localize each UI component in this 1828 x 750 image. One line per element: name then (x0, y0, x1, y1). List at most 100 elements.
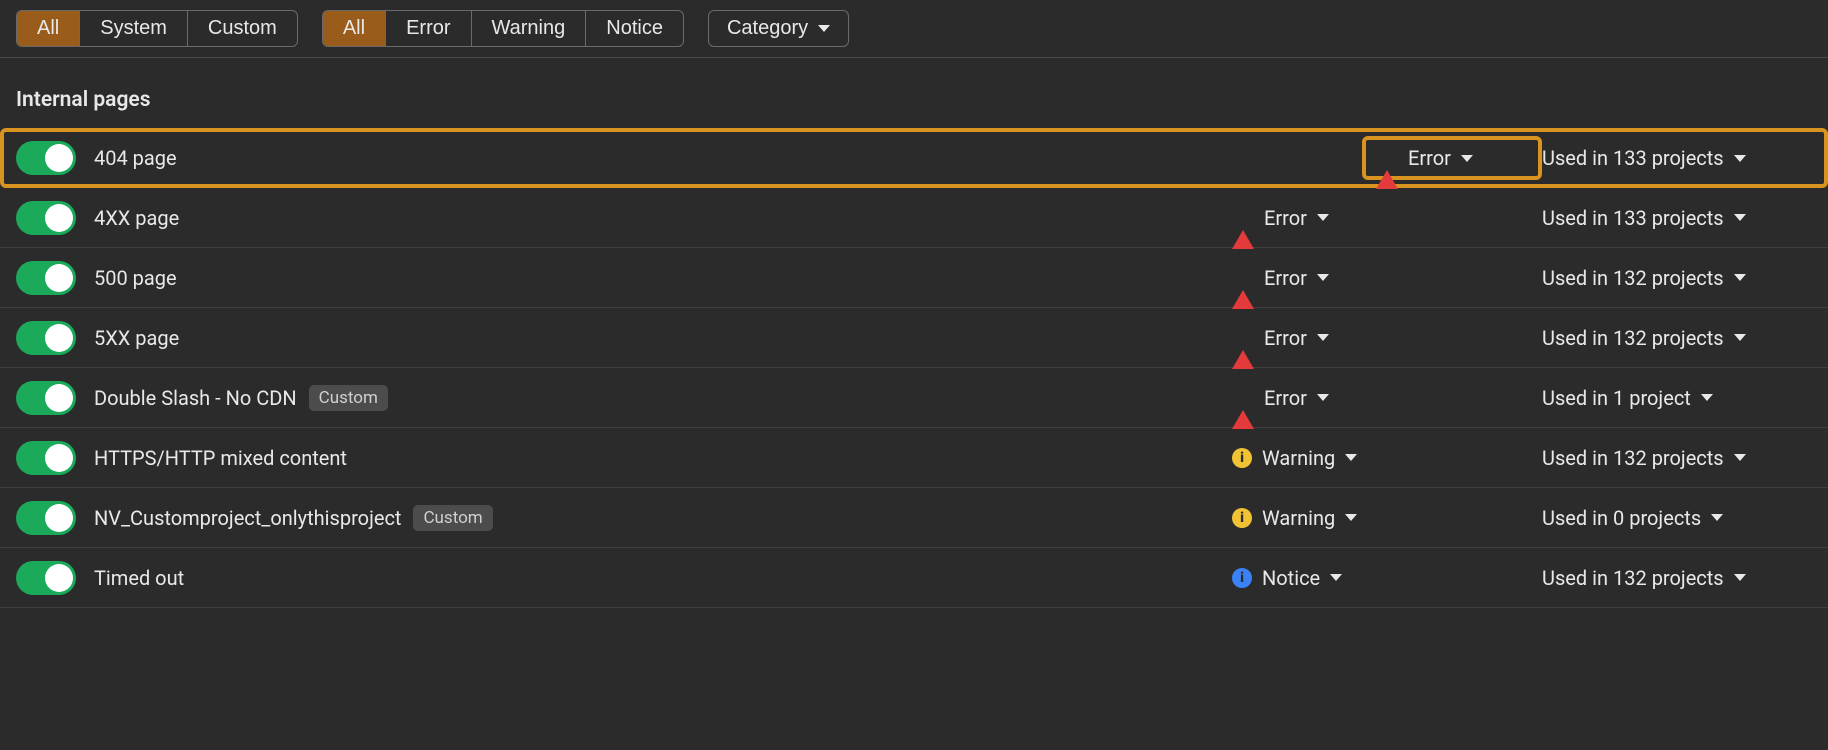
severity-dropdown[interactable]: Error (1362, 136, 1542, 180)
table-row: Double Slash - No CDN Custom Error Used in … (0, 368, 1828, 428)
table-row: HTTPS/HTTP mixed content i Warning Used in … (0, 428, 1828, 488)
severity-filter-notice[interactable]: Notice (586, 11, 683, 46)
section-title: Internal pages (0, 58, 1828, 128)
projects-label: Used in 1 project (1542, 386, 1691, 410)
toggle-enabled[interactable] (16, 261, 76, 295)
category-dropdown-label: Category (727, 17, 808, 40)
projects-dropdown[interactable]: Used in 1 project (1542, 386, 1812, 410)
severity-label: Error (1264, 266, 1307, 290)
table-row: Timed out iNoticeUsed in 132 projects (0, 548, 1828, 608)
toggle-enabled[interactable] (16, 561, 76, 595)
projects-label: Used in 133 projects (1542, 206, 1724, 230)
row-name-label: Double Slash - No CDN (94, 386, 297, 410)
severity-dropdown[interactable]: Error (1232, 386, 1542, 410)
row-name-label: 5XX page (94, 326, 179, 350)
toggle-enabled[interactable] (16, 441, 76, 475)
row-name: 5XX page (94, 326, 1232, 350)
row-name-label: 500 page (94, 266, 177, 290)
row-name: 404 page (94, 146, 1376, 170)
row-name-label: Timed out (94, 566, 184, 590)
chevron-down-icon (1734, 214, 1746, 221)
chevron-down-icon (1734, 454, 1746, 461)
warning-circle-icon: i (1232, 448, 1252, 468)
toggle-enabled[interactable] (16, 141, 76, 175)
projects-label: Used in 132 projects (1542, 566, 1724, 590)
projects-label: Used in 132 projects (1542, 266, 1724, 290)
chevron-down-icon (1345, 514, 1357, 521)
custom-badge: Custom (309, 385, 388, 411)
severity-filter-all[interactable]: All (323, 11, 386, 46)
chevron-down-icon (1734, 334, 1746, 341)
projects-dropdown[interactable]: Used in 133 projects (1542, 146, 1812, 170)
table-row: 500 page Error Used in 132 projects (0, 248, 1828, 308)
projects-dropdown[interactable]: Used in 132 projects (1542, 446, 1812, 470)
severity-filter-error[interactable]: Error (386, 11, 471, 46)
custom-badge: Custom (413, 505, 492, 531)
chevron-down-icon (1330, 574, 1342, 581)
alert-triangle-icon (1232, 206, 1254, 230)
table-row: NV_Customproject_onlythisprojectCustomiW… (0, 488, 1828, 548)
warning-circle-icon: i (1232, 508, 1252, 528)
projects-dropdown[interactable]: Used in 132 projects (1542, 566, 1812, 590)
severity-filter-warning[interactable]: Warning (472, 11, 587, 46)
chevron-down-icon (1317, 274, 1329, 281)
toggle-enabled[interactable] (16, 201, 76, 235)
alert-triangle-icon (1232, 326, 1254, 350)
alert-triangle-icon (1232, 266, 1254, 290)
projects-dropdown[interactable]: Used in 0 projects (1542, 506, 1812, 530)
projects-label: Used in 132 projects (1542, 326, 1724, 350)
row-name: HTTPS/HTTP mixed content (94, 446, 1232, 470)
severity-label: Error (1264, 326, 1307, 350)
row-name: 4XX page (94, 206, 1232, 230)
notice-circle-icon: i (1232, 568, 1252, 588)
severity-dropdown[interactable]: Error (1232, 326, 1542, 350)
projects-dropdown[interactable]: Used in 132 projects (1542, 266, 1812, 290)
toolbar: AllSystemCustom AllErrorWarningNotice Ca… (0, 0, 1828, 58)
row-name: 500 page (94, 266, 1232, 290)
category-dropdown[interactable]: Category (708, 10, 849, 47)
chevron-down-icon (1461, 155, 1473, 162)
severity-label: Warning (1262, 506, 1335, 530)
row-name-label: 4XX page (94, 206, 179, 230)
projects-label: Used in 132 projects (1542, 446, 1724, 470)
toggle-enabled[interactable] (16, 321, 76, 355)
alert-triangle-icon (1232, 386, 1254, 410)
projects-label: Used in 133 projects (1542, 146, 1724, 170)
severity-label: Error (1408, 146, 1451, 170)
type-filter-custom[interactable]: Custom (188, 11, 297, 46)
table-row: 4XX page Error Used in 133 projects (0, 188, 1828, 248)
severity-dropdown[interactable]: i Warning (1232, 506, 1542, 530)
row-name: NV_Customproject_onlythisprojectCustom (94, 505, 1232, 531)
severity-filter-group: AllErrorWarningNotice (322, 10, 684, 47)
chevron-down-icon (818, 25, 830, 32)
severity-dropdown[interactable]: iNotice (1232, 566, 1542, 590)
projects-label: Used in 0 projects (1542, 506, 1701, 530)
chevron-down-icon (1345, 454, 1357, 461)
chevron-down-icon (1711, 514, 1723, 521)
projects-dropdown[interactable]: Used in 133 projects (1542, 206, 1812, 230)
chevron-down-icon (1317, 334, 1329, 341)
type-filter-group: AllSystemCustom (16, 10, 298, 47)
rows-container: 404 pageErrorUsed in 133 projects4XX pag… (0, 128, 1828, 608)
alert-triangle-icon (1376, 146, 1398, 170)
severity-dropdown[interactable]: Error (1232, 266, 1542, 290)
severity-dropdown[interactable]: Error (1232, 206, 1542, 230)
row-name: Double Slash - No CDN Custom (94, 385, 1232, 411)
table-row: 5XX page Error Used in 132 projects (0, 308, 1828, 368)
row-name: Timed out (94, 566, 1232, 590)
severity-dropdown[interactable]: i Warning (1232, 446, 1542, 470)
row-name-label: HTTPS/HTTP mixed content (94, 446, 347, 470)
row-name-label: 404 page (94, 146, 177, 170)
chevron-down-icon (1734, 155, 1746, 162)
severity-label: Warning (1262, 446, 1335, 470)
toggle-enabled[interactable] (16, 501, 76, 535)
projects-dropdown[interactable]: Used in 132 projects (1542, 326, 1812, 350)
type-filter-all[interactable]: All (17, 11, 80, 46)
chevron-down-icon (1734, 574, 1746, 581)
toggle-enabled[interactable] (16, 381, 76, 415)
table-row: 404 page Error Used in 133 projects (0, 128, 1828, 188)
severity-label: Error (1264, 206, 1307, 230)
severity-label: Error (1264, 386, 1307, 410)
chevron-down-icon (1317, 214, 1329, 221)
type-filter-system[interactable]: System (80, 11, 188, 46)
